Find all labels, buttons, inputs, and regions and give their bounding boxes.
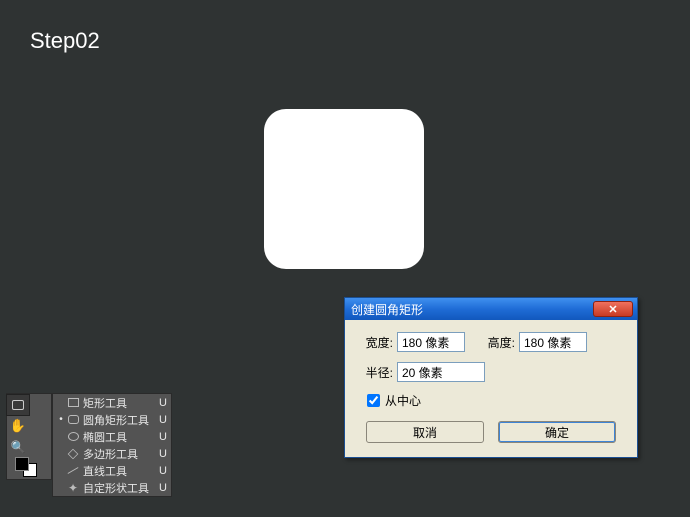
tool-slot-empty[interactable]	[29, 437, 51, 457]
step-label: Step02	[30, 28, 100, 54]
height-input[interactable]	[519, 332, 587, 352]
tool-slot-empty[interactable]	[29, 395, 51, 415]
polygon-icon	[68, 448, 79, 459]
width-label: 宽度:	[359, 334, 393, 351]
dialog-title: 创建圆角矩形	[351, 301, 593, 318]
flyout-item-rounded-rectangle[interactable]: • 圆角矩形工具 U	[53, 411, 171, 428]
flyout-item-label: 自定形状工具	[81, 480, 155, 496]
foreground-color-swatch[interactable]	[15, 457, 29, 471]
tool-palette: ✋ 🔍	[6, 393, 52, 480]
close-button[interactable]: ✕	[593, 301, 633, 317]
tool-slot-empty[interactable]	[29, 416, 51, 436]
rounded-rect-tool-icon	[12, 400, 24, 410]
color-swatches[interactable]	[7, 457, 51, 479]
flyout-item-label: 圆角矩形工具	[81, 412, 155, 428]
flyout-item-rectangle[interactable]: 矩形工具 U	[53, 394, 171, 411]
zoom-tool-slot[interactable]: 🔍	[7, 437, 29, 457]
ellipse-icon	[68, 432, 79, 441]
shortcut-label: U	[155, 482, 167, 494]
from-center-checkbox[interactable]	[367, 394, 380, 407]
rounded-rectangle-preview	[264, 109, 424, 269]
dialog-body: 宽度: 高度: 半径: 从中心 取消 确定	[345, 320, 637, 457]
flyout-item-label: 椭圆工具	[81, 429, 155, 445]
height-label: 高度:	[481, 334, 515, 351]
shortcut-label: U	[155, 465, 167, 477]
rounded-rectangle-icon	[68, 415, 79, 424]
rectangle-icon	[68, 398, 79, 407]
flyout-item-label: 直线工具	[81, 463, 155, 479]
flyout-item-label: 矩形工具	[81, 395, 155, 411]
hand-tool-slot[interactable]: ✋	[7, 416, 29, 436]
custom-shape-icon: ✦	[68, 482, 78, 494]
width-input[interactable]	[397, 332, 465, 352]
flyout-item-custom-shape[interactable]: ✦ 自定形状工具 U	[53, 479, 171, 496]
selected-bullet-icon: •	[57, 414, 65, 425]
shortcut-label: U	[155, 397, 167, 409]
radius-input[interactable]	[397, 362, 485, 382]
dialog-titlebar[interactable]: 创建圆角矩形 ✕	[345, 298, 637, 320]
cancel-button[interactable]: 取消	[366, 421, 484, 443]
flyout-item-label: 多边形工具	[81, 446, 155, 462]
ok-button[interactable]: 确定	[498, 421, 616, 443]
shape-tool-slot[interactable]	[7, 395, 29, 415]
create-rounded-rectangle-dialog: 创建圆角矩形 ✕ 宽度: 高度: 半径: 从中心 取消 确定	[344, 297, 638, 458]
flyout-item-polygon[interactable]: 多边形工具 U	[53, 445, 171, 462]
hand-icon: ✋	[10, 418, 26, 434]
shortcut-label: U	[155, 414, 167, 426]
flyout-item-line[interactable]: 直线工具 U	[53, 462, 171, 479]
shortcut-label: U	[155, 448, 167, 460]
flyout-item-ellipse[interactable]: 椭圆工具 U	[53, 428, 171, 445]
magnifier-icon: 🔍	[11, 440, 26, 454]
radius-label: 半径:	[359, 364, 393, 381]
close-icon: ✕	[608, 303, 617, 316]
shape-tool-flyout: 矩形工具 U • 圆角矩形工具 U 椭圆工具 U 多边形工具 U 直线工具 U …	[52, 393, 172, 497]
shortcut-label: U	[155, 431, 167, 443]
from-center-label: 从中心	[385, 392, 421, 409]
line-icon	[68, 467, 79, 474]
